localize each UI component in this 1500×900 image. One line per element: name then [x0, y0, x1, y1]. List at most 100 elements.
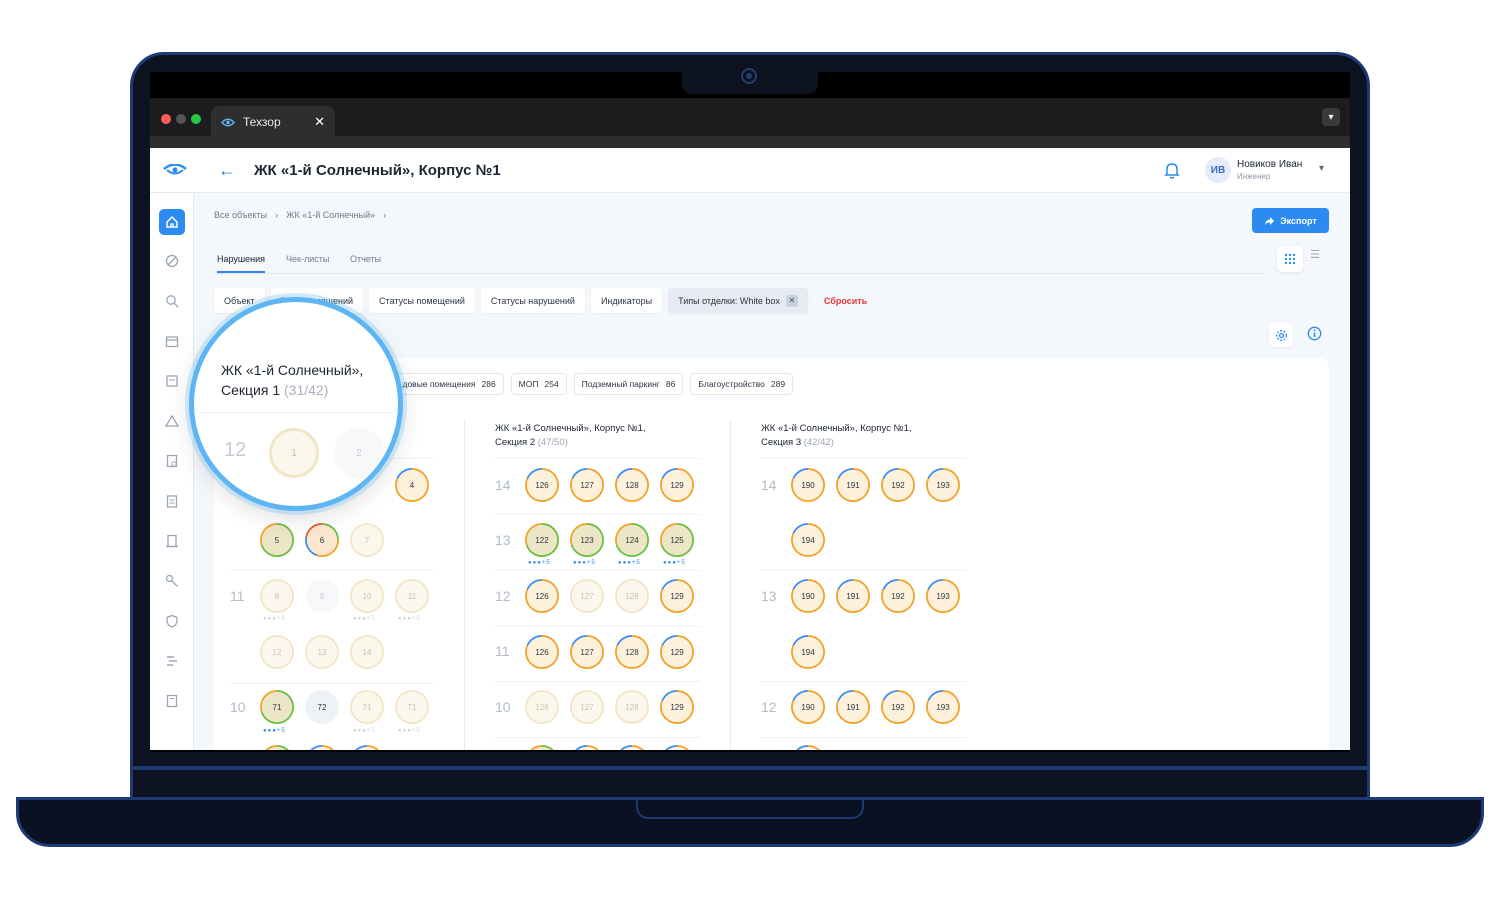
- clipboard-icon[interactable]: [163, 492, 181, 510]
- unit-cell[interactable]: 127: [570, 635, 604, 669]
- magnifier-callout: ЖК «1-й Солнечный», Секция 1 (31/42) 12 …: [189, 297, 403, 511]
- search-icon[interactable]: [163, 292, 181, 310]
- unit-cell[interactable]: 123: [570, 523, 604, 557]
- building-icon[interactable]: [163, 532, 181, 550]
- checklist-icon[interactable]: [163, 452, 181, 470]
- unit-cell[interactable]: 192: [881, 468, 915, 502]
- unit-cell[interactable]: 127: [570, 579, 604, 613]
- unit-cell[interactable]: 191: [836, 579, 870, 613]
- document-icon[interactable]: [163, 372, 181, 390]
- unit-cell[interactable]: 6: [305, 523, 339, 557]
- unit-cell[interactable]: 1: [269, 428, 319, 478]
- unit-cell[interactable]: 190: [791, 690, 825, 724]
- unit-cell[interactable]: 5: [260, 523, 294, 557]
- grid-view-button[interactable]: [1277, 246, 1303, 272]
- tab-checklists[interactable]: Чек-листы: [286, 254, 329, 264]
- back-arrow-icon[interactable]: ←: [218, 160, 236, 181]
- unit-cell[interactable]: 192: [881, 690, 915, 724]
- unit-cell[interactable]: 193: [926, 468, 960, 502]
- unit-cell[interactable]: 126: [525, 468, 559, 502]
- unit-cell[interactable]: 128: [615, 579, 649, 613]
- home-icon[interactable]: [159, 209, 185, 235]
- unit-cell[interactable]: 194: [791, 635, 825, 669]
- filter-violation-statuses[interactable]: Статусы нарушений: [480, 288, 585, 313]
- unit-cell[interactable]: 128: [615, 635, 649, 669]
- unit-cell[interactable]: 2: [334, 428, 384, 478]
- unit-cell[interactable]: 9: [305, 579, 339, 613]
- close-icon[interactable]: ✕: [785, 294, 798, 307]
- calendar-icon[interactable]: [163, 332, 181, 350]
- key-icon[interactable]: [163, 572, 181, 590]
- unit-cell[interactable]: 71: [395, 690, 429, 724]
- unit-cell[interactable]: 10: [350, 579, 384, 613]
- unit-cell[interactable]: 12: [260, 635, 294, 669]
- avatar[interactable]: ИВ: [1205, 157, 1231, 183]
- unit-cell[interactable]: 128: [615, 690, 649, 724]
- category-chip[interactable]: МОП 254: [510, 373, 567, 395]
- unit-cell[interactable]: 7: [350, 523, 384, 557]
- indicator-dots: ●●●+5: [263, 616, 286, 622]
- unit-cell[interactable]: 191: [836, 690, 870, 724]
- window-maximize-button[interactable]: [191, 114, 201, 124]
- unit-cell[interactable]: 4: [395, 468, 429, 502]
- unit-cell[interactable]: 193: [926, 690, 960, 724]
- category-chip[interactable]: …довые помещения 286: [386, 373, 504, 395]
- breadcrumb-link[interactable]: ЖК «1-й Солнечный»: [286, 210, 375, 220]
- unit-cell[interactable]: 190: [791, 468, 825, 502]
- chevron-down-icon[interactable]: ▾: [1322, 108, 1340, 126]
- warning-icon[interactable]: [163, 412, 181, 430]
- tab-violations[interactable]: Нарушения: [217, 254, 266, 273]
- unit-cell[interactable]: 129: [660, 468, 694, 502]
- browser-tab[interactable]: Техзор ✕: [211, 106, 335, 138]
- unit-cell[interactable]: 193: [926, 579, 960, 613]
- bell-icon[interactable]: [1164, 162, 1180, 179]
- list-view-icon[interactable]: ☰: [1310, 248, 1320, 261]
- indicator-dots: ●●●+5: [353, 728, 376, 734]
- unit-cell[interactable]: 129: [660, 690, 694, 724]
- chevron-down-icon[interactable]: ▾: [1319, 163, 1324, 174]
- unit-cell[interactable]: 129: [660, 635, 694, 669]
- indicator-dots: ●●●+5: [263, 728, 286, 734]
- unit-cell[interactable]: 126: [525, 579, 559, 613]
- unit-cell[interactable]: 11: [395, 579, 429, 613]
- unit-cell[interactable]: 127: [570, 468, 604, 502]
- gantt-icon[interactable]: [163, 652, 181, 670]
- unit-cell[interactable]: 125: [660, 523, 694, 557]
- tab-close-icon[interactable]: ✕: [314, 114, 325, 130]
- shield-icon[interactable]: [163, 612, 181, 630]
- unit-cell[interactable]: 194: [791, 523, 825, 557]
- eye-logo-icon[interactable]: [163, 164, 187, 176]
- filter-indicators[interactable]: Индикаторы: [590, 288, 663, 313]
- floor-divider: [495, 626, 700, 627]
- unit-cell[interactable]: 126: [525, 635, 559, 669]
- unit-cell[interactable]: 129: [660, 579, 694, 613]
- reset-filters-button[interactable]: Сбросить: [814, 288, 867, 313]
- unit-cell[interactable]: 192: [881, 579, 915, 613]
- unit-cell[interactable]: 190: [791, 579, 825, 613]
- category-chip[interactable]: Благоустройство 289: [690, 373, 794, 395]
- breadcrumb-link[interactable]: Все объекты: [214, 210, 267, 220]
- unit-cell[interactable]: 126: [525, 690, 559, 724]
- unit-cell[interactable]: 127: [570, 690, 604, 724]
- tab-reports[interactable]: Отчеты: [350, 254, 381, 264]
- unit-cell[interactable]: 122: [525, 523, 559, 557]
- settings-button[interactable]: [1269, 323, 1293, 347]
- calculator-icon[interactable]: [163, 692, 181, 710]
- unit-cell[interactable]: 71: [260, 690, 294, 724]
- filter-finish-type[interactable]: Типы отделки: White box ✕: [668, 288, 808, 313]
- unit-cell[interactable]: 71: [350, 690, 384, 724]
- prohibited-icon[interactable]: [163, 252, 181, 270]
- export-button[interactable]: Экспорт: [1252, 208, 1329, 233]
- unit-cell[interactable]: 8: [260, 579, 294, 613]
- unit-cell[interactable]: 128: [615, 468, 649, 502]
- window-minimize-button[interactable]: [176, 114, 186, 124]
- unit-cell[interactable]: 13: [305, 635, 339, 669]
- unit-cell[interactable]: 191: [836, 468, 870, 502]
- filter-room-statuses[interactable]: Статусы помещений: [369, 288, 475, 313]
- category-chip[interactable]: Подземный паркинг 86: [573, 373, 684, 395]
- info-icon[interactable]: [1307, 326, 1322, 341]
- window-close-button[interactable]: [161, 114, 171, 124]
- unit-cell[interactable]: 72: [305, 690, 339, 724]
- unit-cell[interactable]: 124: [615, 523, 649, 557]
- unit-cell[interactable]: 14: [350, 635, 384, 669]
